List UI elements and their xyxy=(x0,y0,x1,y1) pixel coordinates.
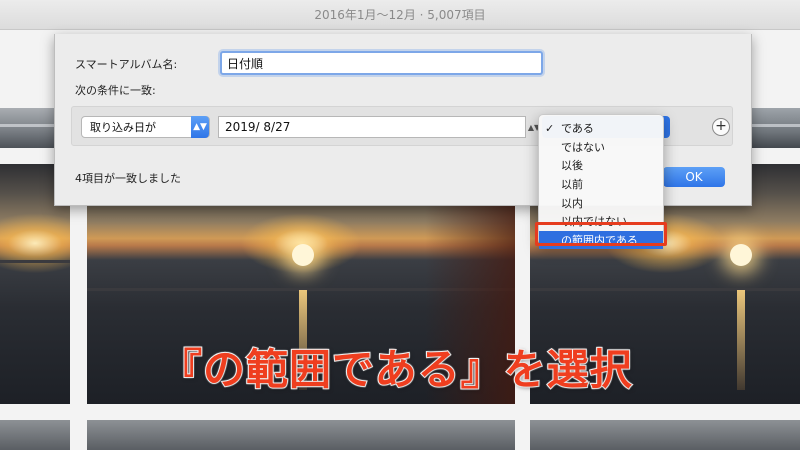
add-rule-button[interactable]: + xyxy=(712,118,730,136)
field-select[interactable]: 取り込み日が ▲▼ xyxy=(81,116,210,138)
album-name-input[interactable]: 日付順 xyxy=(220,51,543,75)
menu-item-is-not[interactable]: ではない xyxy=(539,138,663,157)
instruction-caption: 『の範囲である』を選択 xyxy=(159,344,633,395)
popup-arrows-icon: ▲▼ xyxy=(191,116,209,138)
menu-item-label: である xyxy=(561,122,594,136)
photo-thumbnail[interactable] xyxy=(0,420,70,450)
menu-item-label: 以前 xyxy=(561,178,583,192)
checkmark-icon: ✓ xyxy=(545,121,555,135)
menu-item-label: 以後 xyxy=(561,159,583,173)
highlight-box xyxy=(535,222,667,246)
match-count: 4項目が一致しました xyxy=(75,172,181,185)
album-name-label: スマートアルバム名: xyxy=(75,58,178,71)
menu-item-label: ではない xyxy=(561,140,605,154)
menu-item-within[interactable]: 以内 xyxy=(539,193,663,212)
window-title: 2016年1月〜12月 · 5,007項目 xyxy=(314,8,486,22)
date-value: 2019/ 8/27 xyxy=(225,120,291,134)
field-select-value: 取り込み日が xyxy=(90,121,156,134)
photo-thumbnail[interactable] xyxy=(87,420,515,450)
album-name-value: 日付順 xyxy=(227,56,264,71)
ok-button[interactable]: OK xyxy=(663,167,725,187)
photo-thumbnail[interactable] xyxy=(530,420,800,450)
date-input[interactable]: 2019/ 8/27 xyxy=(218,116,526,138)
criteria-label: 次の条件に一致: xyxy=(75,84,156,97)
menu-item-after[interactable]: 以後 xyxy=(539,156,663,175)
menu-item-is[interactable]: ✓ である xyxy=(539,119,663,138)
menu-item-label: 以内 xyxy=(561,196,583,210)
menu-item-before[interactable]: 以前 xyxy=(539,175,663,194)
window-titlebar: 2016年1月〜12月 · 5,007項目 xyxy=(0,0,800,30)
